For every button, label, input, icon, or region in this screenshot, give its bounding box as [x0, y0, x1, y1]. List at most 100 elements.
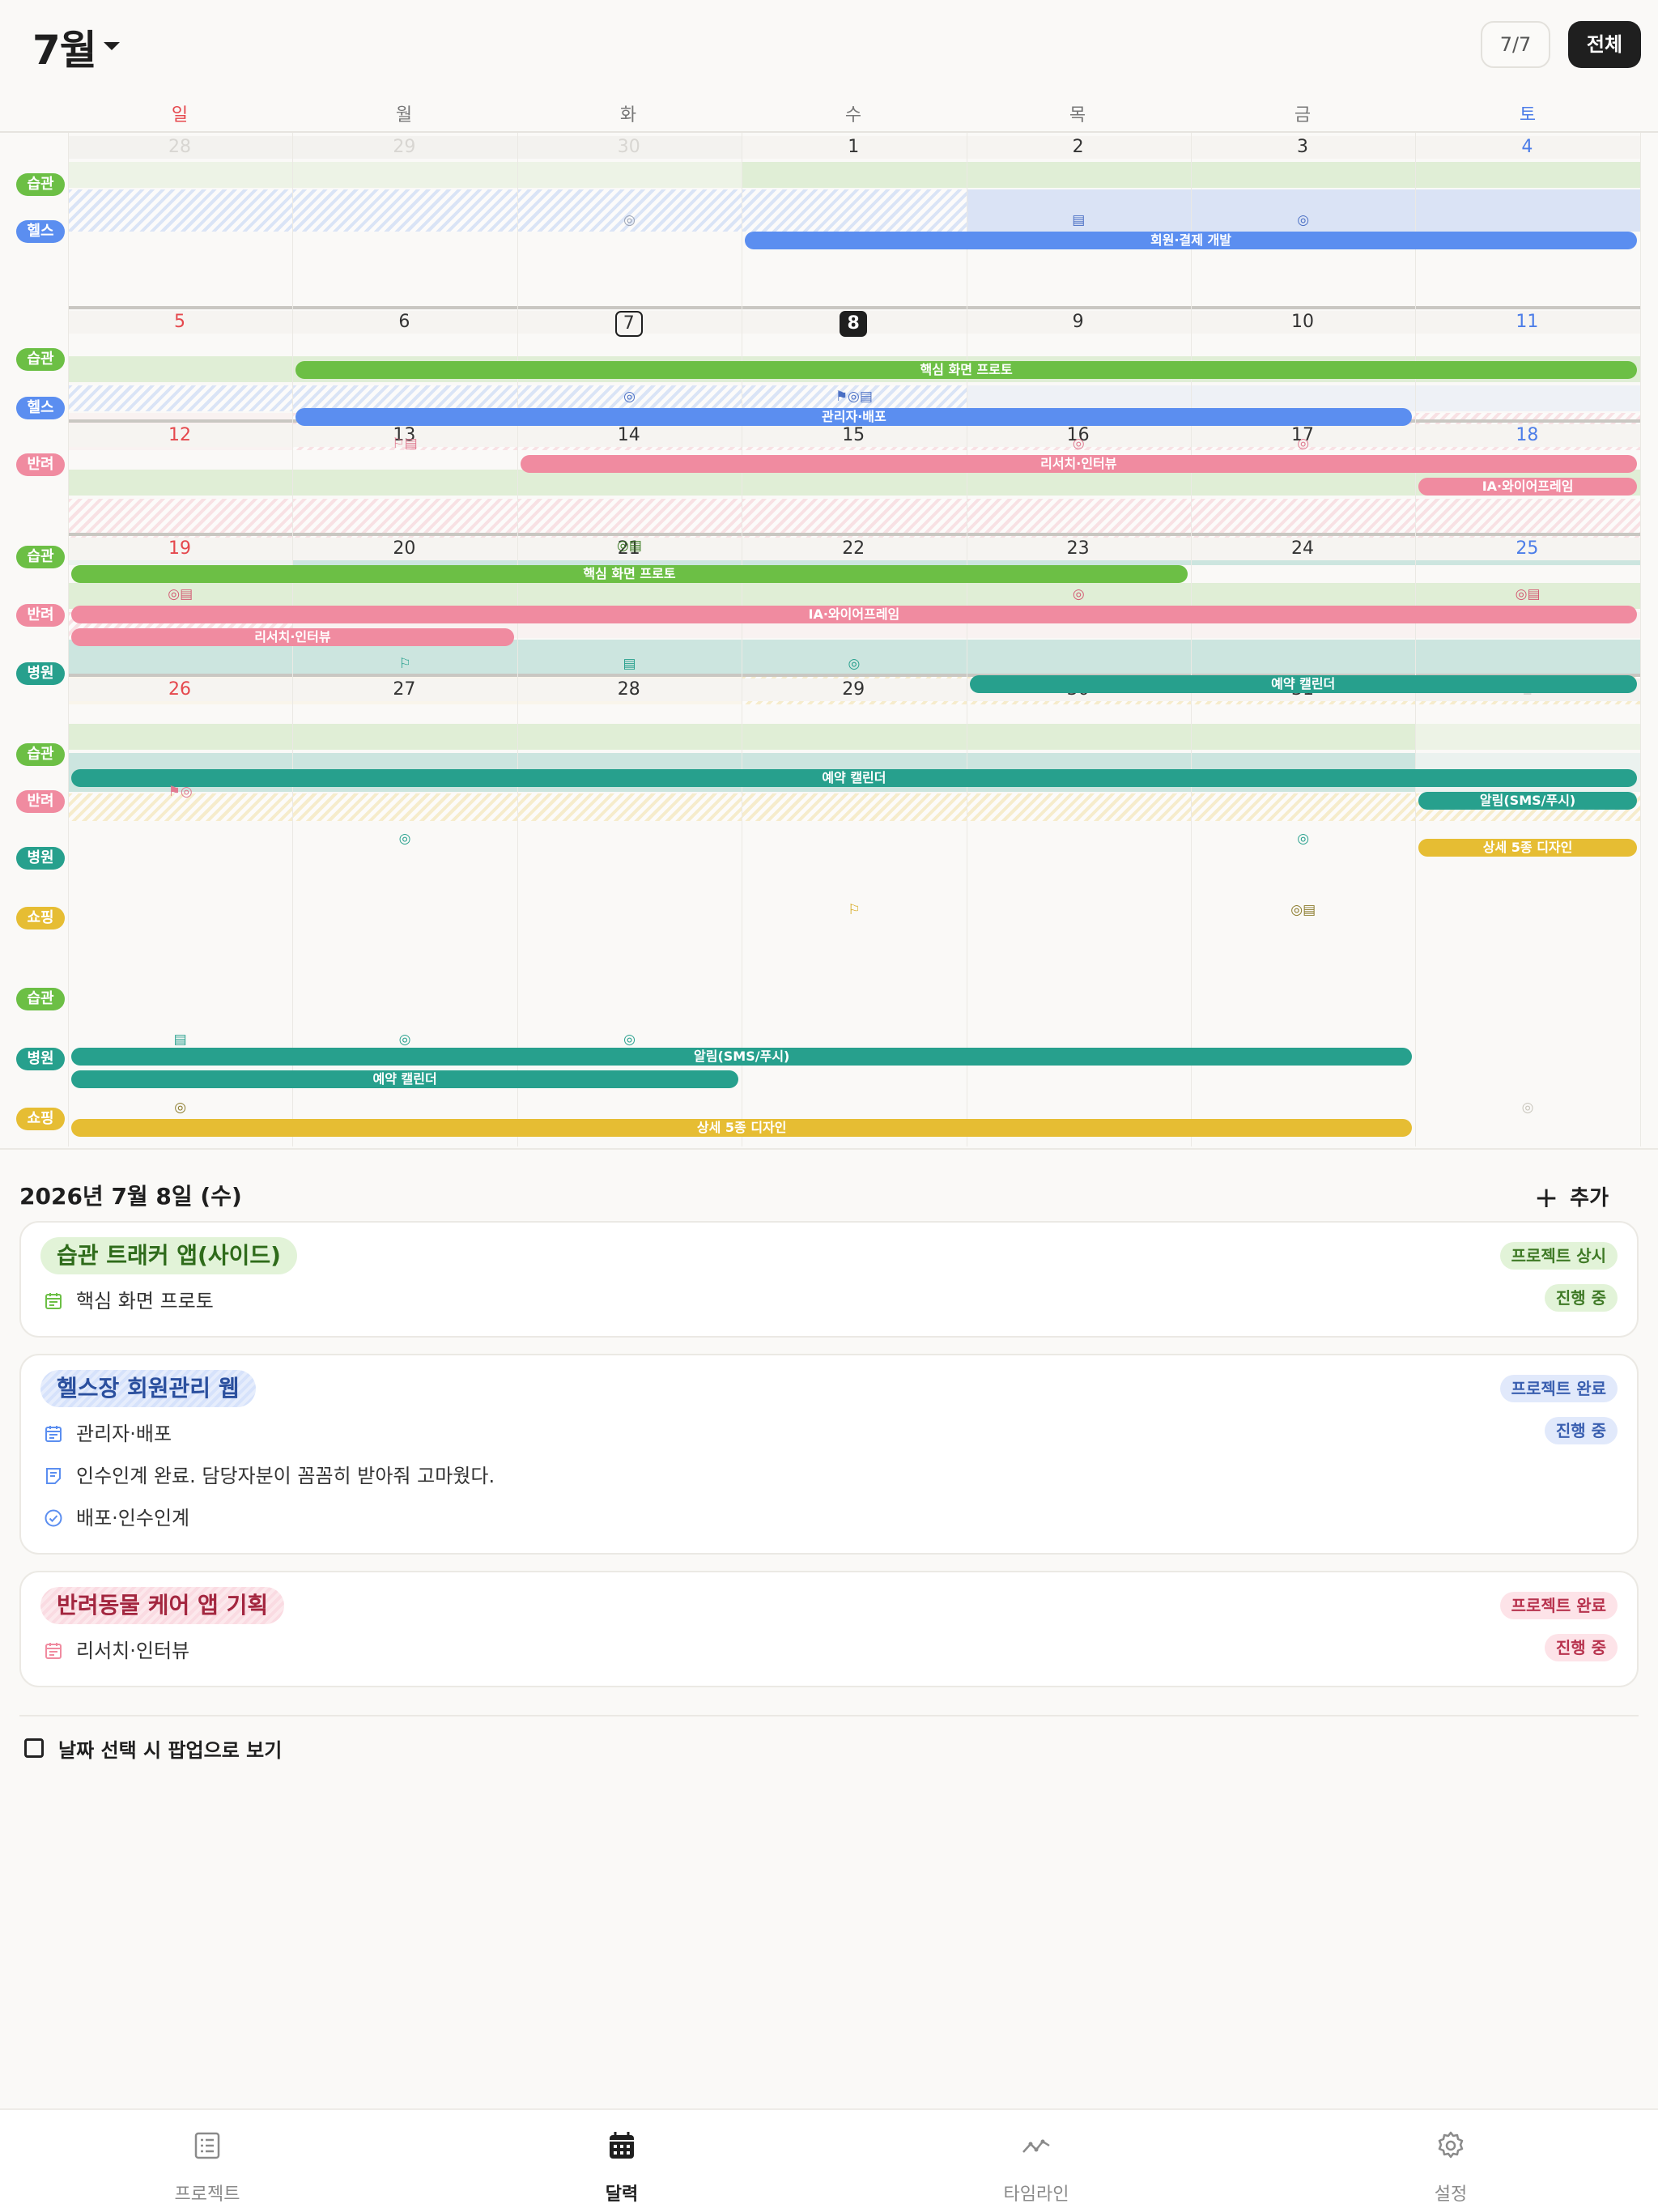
- date-number[interactable]: 19: [68, 538, 291, 564]
- project-tag-hospital: 병원: [16, 1048, 65, 1070]
- date-number[interactable]: 20: [292, 538, 516, 564]
- date-label: 9: [1072, 312, 1084, 332]
- date-number[interactable]: 30: [517, 136, 741, 162]
- schedule-bar[interactable]: 리서치·인터뷰: [520, 455, 1637, 473]
- date-number[interactable]: 26: [68, 678, 291, 704]
- project-row-cell-habit: [517, 724, 742, 750]
- list-icon: [194, 2132, 220, 2159]
- weekday-mon: 월: [395, 105, 413, 125]
- project-row-cell-pet: [292, 499, 517, 538]
- date-number[interactable]: 8: [742, 311, 965, 337]
- date-number[interactable]: 9: [967, 311, 1190, 337]
- project-tag-habit: 습관: [16, 546, 65, 568]
- project-title: 헬스장 회원관리 웹: [40, 1370, 256, 1407]
- date-label: 28: [617, 679, 640, 700]
- schedule-bar[interactable]: 예약 캘린더: [71, 769, 1637, 787]
- filter-all-button[interactable]: 전체: [1568, 21, 1641, 68]
- date-number[interactable]: 29: [742, 678, 965, 704]
- date-number[interactable]: 25: [1415, 538, 1639, 564]
- schedule-bar[interactable]: 핵심 화면 프로토: [295, 361, 1637, 379]
- date-number[interactable]: 23: [967, 538, 1190, 564]
- calendar-event-icon: [45, 1643, 62, 1659]
- project-row-cell-habit: [292, 470, 517, 496]
- project-row-cell-health: [742, 189, 967, 232]
- date-number[interactable]: 6: [292, 311, 516, 337]
- add-button-label: 추가: [1570, 1186, 1609, 1210]
- divider: [19, 1715, 1639, 1716]
- date-number[interactable]: 24: [1191, 538, 1414, 564]
- date-number[interactable]: 12: [68, 424, 291, 450]
- project-row-cell-habit: [68, 470, 293, 496]
- weekday-sun: 일: [171, 105, 189, 125]
- date-label: 10: [1291, 312, 1314, 332]
- check-circle-icon: [45, 1509, 62, 1527]
- add-button[interactable]: + 추가: [1534, 1179, 1609, 1214]
- event-marker-icon: ◎: [623, 389, 636, 405]
- date-number[interactable]: 11: [1415, 311, 1639, 337]
- date-number[interactable]: 22: [742, 538, 965, 564]
- project-row-cell-habit: [1415, 162, 1640, 188]
- nav-label: 달력: [605, 2184, 639, 2205]
- count-button[interactable]: 7/7: [1481, 21, 1550, 68]
- date-number[interactable]: 4: [1415, 136, 1639, 162]
- date-number[interactable]: 28: [517, 678, 741, 704]
- schedule-bar[interactable]: 리서치·인터뷰: [71, 628, 514, 646]
- schedule-bar[interactable]: IA·와이어프레임: [1418, 478, 1637, 496]
- schedule-bar[interactable]: IA·와이어프레임: [71, 606, 1637, 623]
- schedule-label: 리서치·인터뷰: [76, 1640, 190, 1662]
- project-row-cell-habit: [1191, 470, 1416, 496]
- date-label: 4: [1521, 137, 1533, 157]
- month-title[interactable]: 7월: [32, 18, 97, 76]
- event-marker-icon: ⚐: [848, 902, 861, 918]
- date-number[interactable]: 18: [1415, 424, 1639, 450]
- schedule-bar[interactable]: 상세 5종 디자인: [1418, 839, 1637, 857]
- popup-option-checkbox[interactable]: [24, 1738, 44, 1758]
- project-row-cell-hospital: [1191, 640, 1416, 675]
- project-row-cell-shop: [742, 793, 967, 821]
- date-number[interactable]: 1: [742, 136, 965, 162]
- date-number[interactable]: 14: [517, 424, 741, 450]
- schedule-bar[interactable]: 예약 캘린더: [71, 1070, 739, 1088]
- project-row-cell-habit: [68, 356, 293, 382]
- date-label: 18: [1516, 425, 1539, 445]
- nav-timeline[interactable]: 타임라인: [829, 2110, 1244, 2212]
- date-number[interactable]: 2: [967, 136, 1190, 162]
- date-label: 6: [398, 312, 410, 332]
- schedule-bar[interactable]: 회원·결제 개발: [745, 232, 1637, 249]
- gear-icon: [1438, 2131, 1464, 2159]
- date-number[interactable]: 5: [68, 311, 291, 337]
- nav-projects[interactable]: 프로젝트: [0, 2110, 414, 2212]
- event-marker-icon: ◎▤: [1515, 586, 1541, 602]
- date-number[interactable]: 29: [292, 136, 516, 162]
- schedule-bar[interactable]: 핵심 화면 프로토: [71, 565, 1188, 583]
- date-number[interactable]: 7: [517, 311, 741, 337]
- selected-date-title: 2026년 7월 8일 (수): [19, 1183, 242, 1210]
- project-row-cell-pet: [68, 499, 293, 538]
- nav-settings[interactable]: 설정: [1244, 2110, 1658, 2212]
- schedule-bar[interactable]: 알림(SMS/푸시): [1418, 792, 1637, 810]
- schedule-bar[interactable]: 관리자·배포: [295, 408, 1413, 426]
- event-marker-icon: ▤: [623, 656, 636, 672]
- date-number[interactable]: 27: [292, 678, 516, 704]
- project-card-habit[interactable]: 습관 트래커 앱(사이드) 프로젝트 상시 진행 중 핵심 화면 프로토: [19, 1221, 1639, 1338]
- weekday-fri: 금: [1294, 105, 1312, 125]
- schedule-bar[interactable]: 예약 캘린더: [969, 675, 1637, 693]
- project-tag-shop: 쇼핑: [16, 1108, 65, 1130]
- project-card-health[interactable]: 헬스장 회원관리 웹 프로젝트 완료 진행 중 관리자·배포 인수인계 완료. …: [19, 1354, 1639, 1555]
- schedule-bar[interactable]: 상세 5종 디자인: [71, 1119, 1413, 1137]
- schedule-bar[interactable]: 알림(SMS/푸시): [71, 1048, 1413, 1066]
- project-card-pet[interactable]: 반려동물 케어 앱 기획 프로젝트 완료 진행 중 리서치·인터뷰: [19, 1571, 1639, 1687]
- date-label: 25: [1516, 538, 1539, 559]
- nav-calendar[interactable]: 달력: [414, 2110, 829, 2212]
- project-status-badge: 프로젝트 상시: [1499, 1242, 1618, 1270]
- date-number[interactable]: 10: [1191, 311, 1414, 337]
- month-dropdown-caret-icon[interactable]: [104, 42, 120, 50]
- date-number[interactable]: 15: [742, 424, 965, 450]
- popup-option-label[interactable]: 날짜 선택 시 팝업으로 보기: [58, 1734, 282, 1763]
- calendar-event-icon: [45, 1293, 62, 1309]
- date-label: 12: [168, 425, 191, 445]
- project-tag-hospital: 병원: [16, 847, 65, 870]
- date-number[interactable]: 3: [1191, 136, 1414, 162]
- project-row-cell-habit: [966, 470, 1191, 496]
- date-number[interactable]: 28: [68, 136, 291, 162]
